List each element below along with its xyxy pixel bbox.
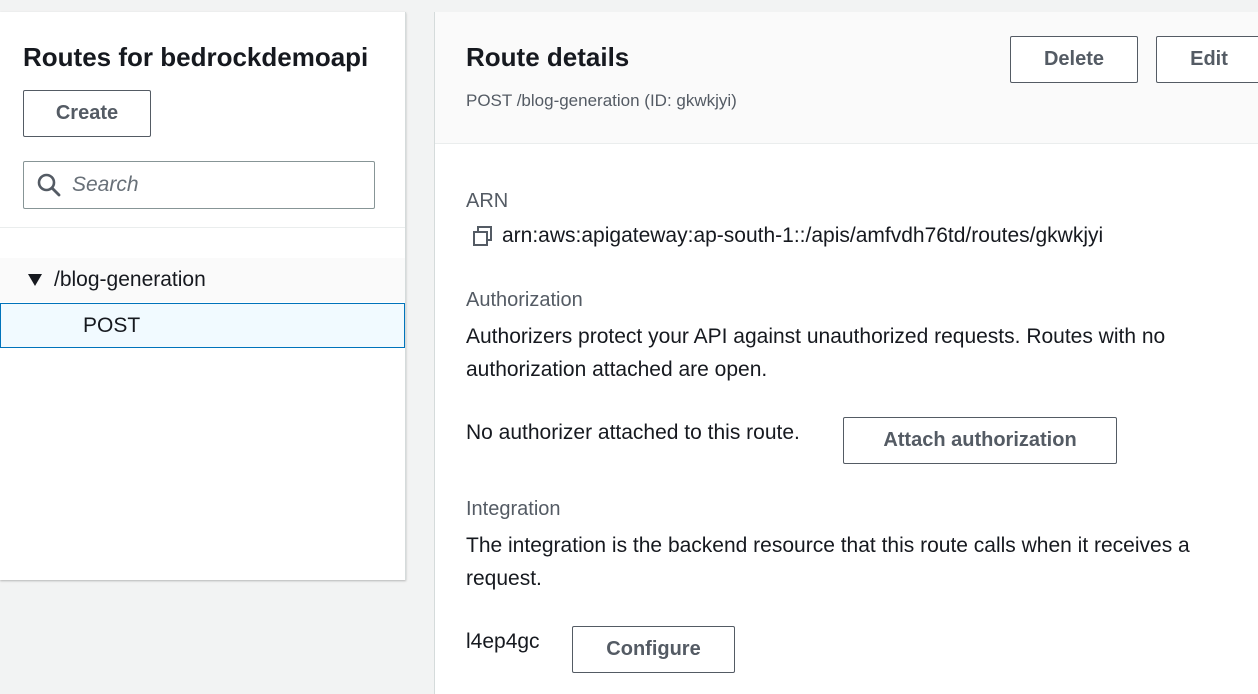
integration-id: l4ep4gc: [466, 630, 540, 653]
routes-panel: Routes for bedrockdemoapi Create /blog-g…: [0, 12, 406, 580]
routes-panel-title: Routes for bedrockdemoapi: [23, 42, 369, 72]
authorization-label: Authorization: [466, 289, 583, 311]
caret-down-icon[interactable]: [27, 273, 43, 287]
integration-description: The integration is the backend resource …: [466, 534, 1190, 590]
page-title: Route details: [466, 42, 630, 72]
integration-label: Integration: [466, 498, 561, 520]
attach-authorization-button[interactable]: Attach authorization: [843, 417, 1117, 464]
route-path-label: /blog-generation: [54, 268, 206, 291]
search-field[interactable]: [23, 161, 375, 209]
route-details-header: Route details POST /blog-generation (ID:…: [435, 12, 1258, 144]
divider: [0, 227, 405, 228]
authorization-description: Authorizers protect your API against una…: [466, 325, 1166, 381]
route-method-item[interactable]: POST: [0, 303, 405, 348]
authorization-status: No authorizer attached to this route.: [466, 421, 800, 444]
route-tree-node[interactable]: /blog-generation: [0, 258, 405, 302]
configure-button[interactable]: Configure: [572, 626, 735, 673]
arn-row: arn:aws:apigateway:ap-south-1::/apis/amf…: [472, 224, 1103, 248]
arn-label: ARN: [466, 190, 509, 212]
delete-button[interactable]: Delete: [1010, 36, 1138, 83]
search-icon: [37, 173, 61, 197]
route-subtitle: POST /blog-generation (ID: gkwkjyi): [466, 91, 737, 110]
edit-button[interactable]: Edit: [1156, 36, 1258, 83]
route-method-label: POST: [83, 313, 141, 337]
arn-value: arn:aws:apigateway:ap-south-1::/apis/amf…: [502, 224, 1104, 247]
copy-icon[interactable]: [472, 225, 494, 247]
create-route-button[interactable]: Create: [23, 90, 151, 137]
search-input[interactable]: [72, 173, 362, 197]
route-details-panel: Route details POST /blog-generation (ID:…: [434, 12, 1258, 694]
